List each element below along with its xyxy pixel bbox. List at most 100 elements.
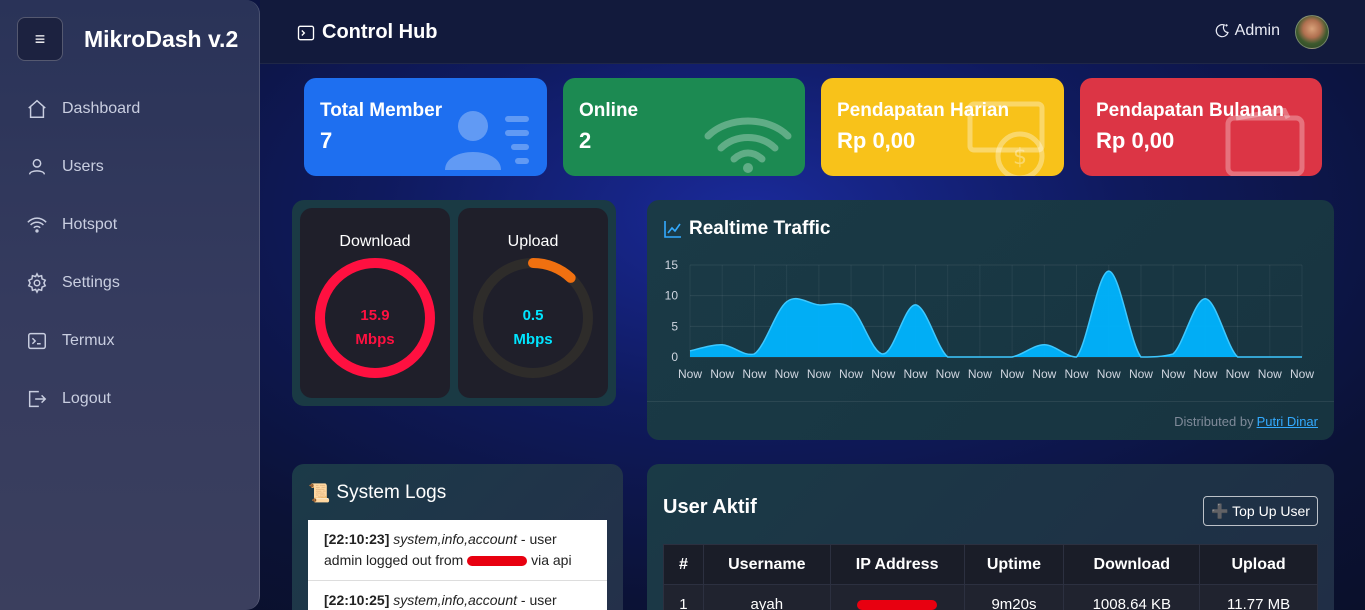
traffic-panel: Realtime Traffic 0 5 10 15 Now Now Now Now Now No… — [647, 200, 1334, 440]
upload-value: 0.5 Mbps — [458, 304, 608, 352]
sidebar-item-dashboard[interactable]: Dashboard — [26, 80, 140, 138]
x-tick-label: Now — [1226, 367, 1250, 381]
sidebar-item-label: Settings — [62, 274, 120, 291]
moon-stars-icon — [1215, 24, 1229, 38]
download-speed: 15.9 — [360, 307, 390, 324]
sidebar: ≡ MikroDash v.2 Dashboard Users Hotspot … — [0, 0, 260, 610]
logs-panel: 📜 System Logs [22:10:23] system,info,acc… — [292, 464, 623, 610]
user-menu[interactable]: Admin — [1213, 22, 1280, 40]
gauge-title: Download — [339, 233, 411, 250]
y-tick-label: 0 — [671, 350, 678, 364]
log-tag: system,info,account — [393, 531, 517, 547]
x-tick-label: Now — [1193, 367, 1217, 381]
stat-card-online: Online 2 — [563, 78, 805, 176]
sidebar-item-termux[interactable]: Termux — [26, 312, 140, 370]
log-tag: system,info,account — [393, 592, 517, 608]
sidebar-item-label: Termux — [62, 332, 115, 349]
log-text: via api — [531, 552, 572, 568]
sidebar-nav: Dashboard Users Hotspot Settings Termux … — [26, 80, 140, 428]
x-tick-label: Now — [936, 367, 960, 381]
x-tick-label: Now — [1161, 367, 1185, 381]
log-entry: [22:10:25] system,info,account - user — [308, 581, 607, 610]
download-unit: Mbps — [355, 331, 395, 348]
stat-label: Online — [579, 100, 639, 121]
home-icon — [28, 99, 46, 118]
log-entry: [22:10:23] system,info,account - user ad… — [308, 520, 607, 581]
footer-prefix: Distributed by — [1174, 413, 1254, 429]
top-up-user-button[interactable]: ➕ Top Up User — [1203, 496, 1318, 526]
download-gauge: Download 15.9 Mbps — [300, 208, 450, 398]
column-header: Upload — [1199, 544, 1318, 585]
logs-title: 📜 System Logs — [308, 482, 446, 504]
terminal-icon — [297, 25, 315, 40]
y-tick-label: 5 — [671, 319, 678, 333]
author-link[interactable]: Putri Dinar — [1257, 414, 1318, 429]
wifi-icon — [27, 217, 47, 233]
money-icon: $ — [967, 101, 1045, 176]
traffic-title-text: Realtime Traffic — [689, 218, 831, 239]
x-tick-label: Now — [1290, 367, 1314, 381]
column-header: Uptime — [963, 544, 1065, 585]
stat-card-monthly-income: Pendapatan Bulanan Rp 0,00 — [1080, 78, 1322, 176]
stat-value: 2 — [579, 128, 592, 153]
upload-speed: 0.5 — [522, 307, 544, 324]
x-tick-label: Now — [1065, 367, 1089, 381]
redacted-ip — [857, 600, 938, 610]
wallet-icon — [1225, 108, 1305, 176]
x-tick-label: Now — [1129, 367, 1153, 381]
y-tick-label: 15 — [665, 258, 679, 272]
x-tick-label: Now — [710, 367, 734, 381]
stat-value: Rp 0,00 — [837, 128, 916, 153]
gauge-title: Upload — [507, 233, 559, 250]
scroll-icon: 📜 — [308, 482, 331, 503]
sidebar-item-label: Hotspot — [62, 216, 118, 233]
x-tick-label: Now — [1000, 367, 1024, 381]
sidebar-item-label: Logout — [62, 390, 111, 407]
cell-download: 1008.64 KB — [1063, 584, 1201, 610]
logs-list[interactable]: [22:10:23] system,info,account - user ad… — [308, 520, 607, 610]
cell-number: 1 — [663, 584, 704, 610]
stat-value: 7 — [320, 128, 333, 153]
logout-icon — [28, 390, 47, 408]
x-tick-label: Now — [1258, 367, 1282, 381]
x-tick-label: Now — [678, 367, 702, 381]
traffic-title: Realtime Traffic — [663, 218, 831, 240]
terminal-icon — [28, 332, 46, 350]
table-row[interactable]: 1 ayah 9m20s 1008.64 KB 11.77 MB — [663, 584, 1318, 610]
sidebar-item-logout[interactable]: Logout — [26, 370, 140, 428]
upload-unit: Mbps — [513, 331, 553, 348]
redacted-ip — [467, 556, 528, 567]
users-title: User Aktif — [663, 496, 757, 518]
sidebar-item-hotspot[interactable]: Hotspot — [26, 196, 140, 254]
column-header: # — [663, 544, 704, 585]
chart-line-icon — [664, 221, 681, 238]
topbar: Control Hub Admin — [260, 0, 1365, 64]
avatar[interactable] — [1295, 15, 1329, 49]
cell-ip-address — [829, 584, 965, 610]
active-users-panel: User Aktif ➕ Top Up User # Username IP A… — [647, 464, 1334, 610]
sidebar-item-label: Dashboard — [62, 100, 141, 117]
x-tick-label: Now — [903, 367, 927, 381]
column-header: IP Address — [829, 544, 965, 585]
log-time: [22:10:25] — [324, 592, 390, 608]
menu-toggle-button[interactable]: ≡ — [17, 17, 63, 61]
x-tick-label: Now — [775, 367, 799, 381]
x-tick-label: Now — [839, 367, 863, 381]
users-list-icon — [445, 111, 529, 170]
user-icon — [28, 158, 46, 175]
x-tick-label: Now — [807, 367, 831, 381]
x-tick-label: Now — [871, 367, 895, 381]
log-time: [22:10:23] — [324, 531, 390, 547]
stat-card-daily-income: Pendapatan Harian Rp 0,00 $ — [821, 78, 1064, 176]
x-tick-label: Now — [1097, 367, 1121, 381]
cell-upload: 11.77 MB — [1199, 584, 1318, 610]
logs-title-text: System Logs — [336, 482, 447, 503]
user-name: Admin — [1234, 22, 1280, 39]
download-value: 15.9 Mbps — [300, 304, 450, 352]
brand-title: MikroDash v.2 — [84, 26, 239, 52]
page-title-text: Control Hub — [322, 21, 438, 43]
sidebar-item-settings[interactable]: Settings — [26, 254, 140, 312]
gear-icon — [27, 272, 47, 294]
sidebar-item-users[interactable]: Users — [26, 138, 140, 196]
column-header: Download — [1063, 544, 1201, 585]
